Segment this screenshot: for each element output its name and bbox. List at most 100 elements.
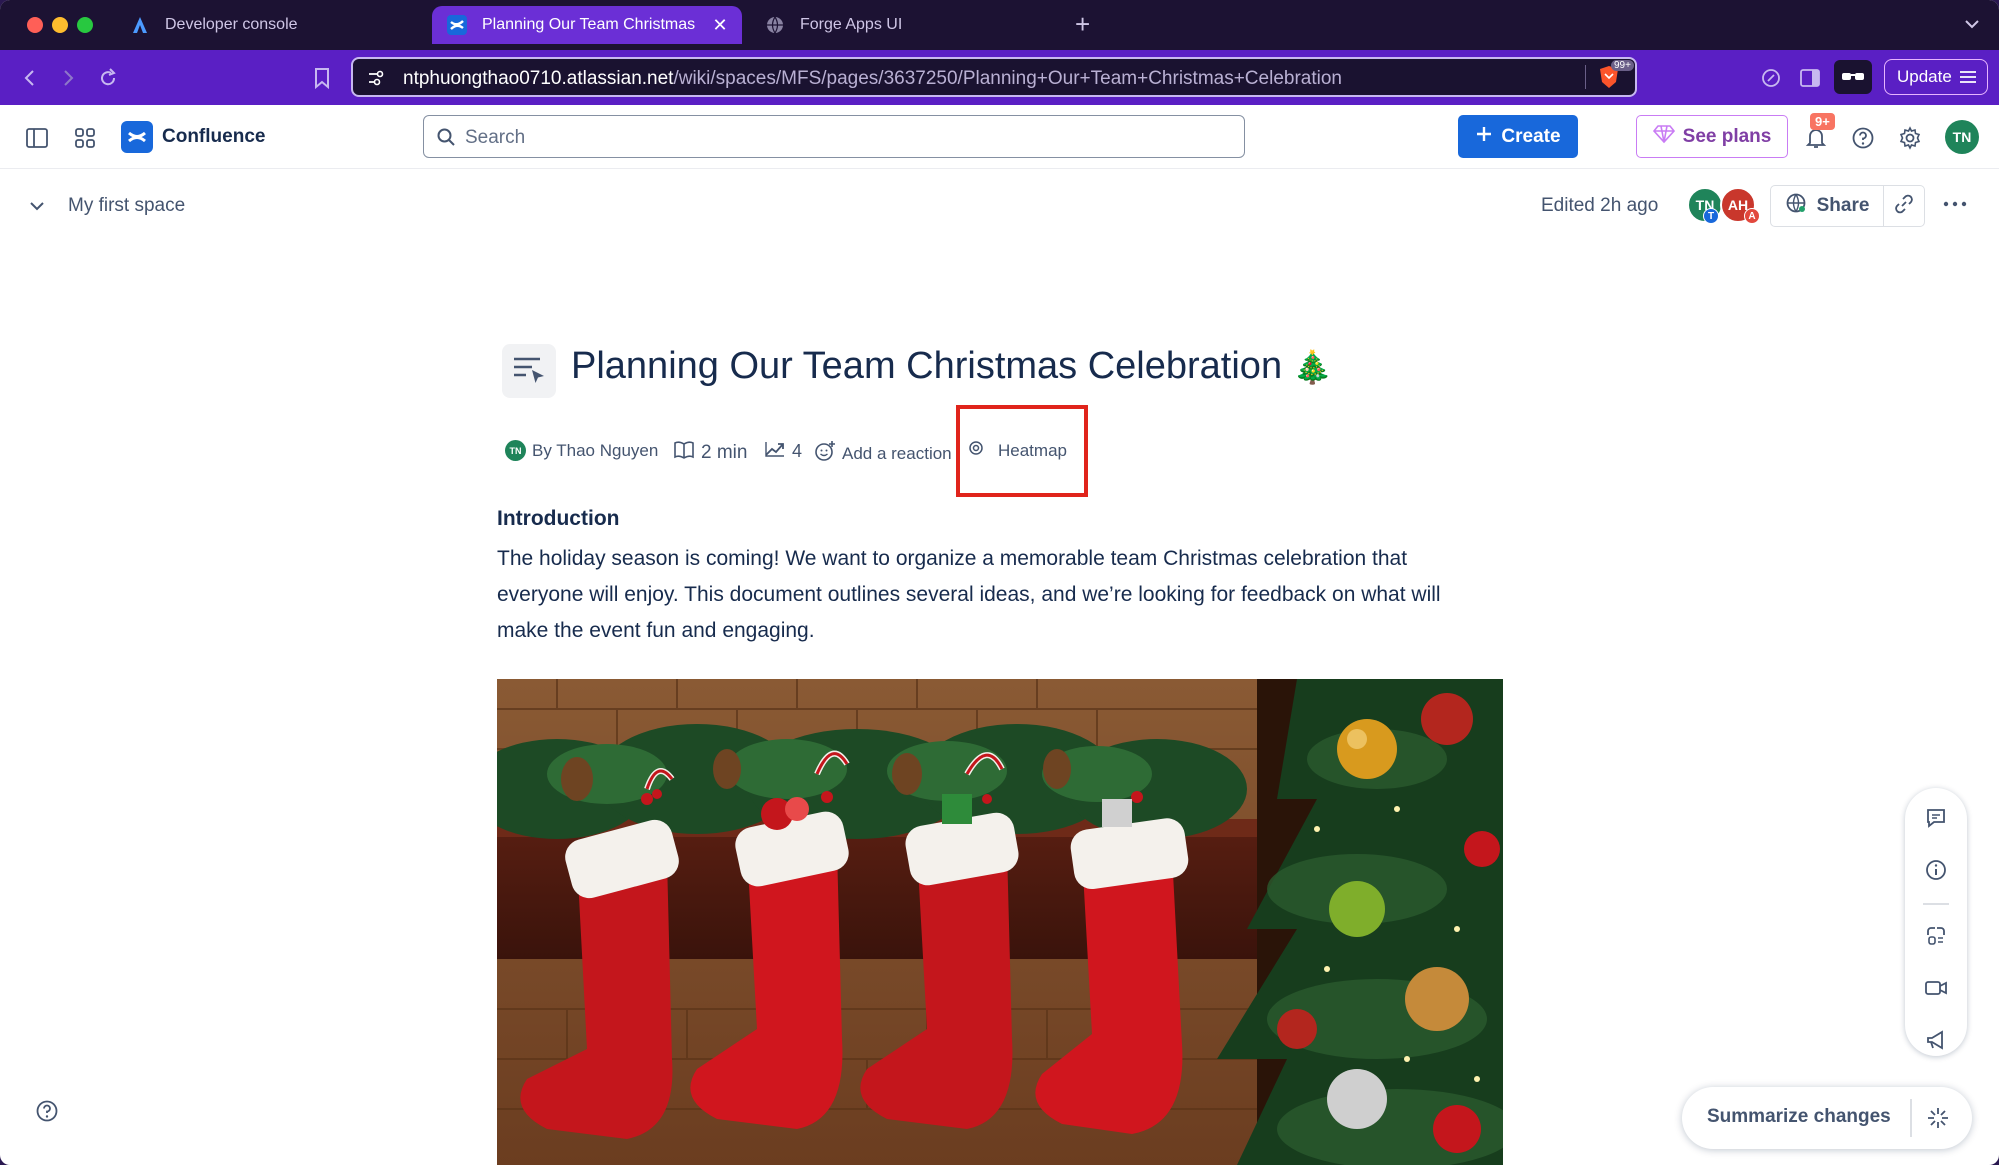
summarize-changes-label: Summarize changes bbox=[1707, 1106, 1891, 1127]
presence-letter: A bbox=[1748, 210, 1756, 222]
menu-icon bbox=[1959, 69, 1977, 90]
search-icon bbox=[436, 127, 456, 152]
user-initials: TN bbox=[1952, 129, 1972, 145]
new-tab-button[interactable]: + bbox=[1075, 10, 1090, 38]
browser-window: Developer console Planning Our Team Chri… bbox=[0, 0, 1999, 1165]
close-window-button[interactable] bbox=[27, 17, 43, 33]
create-button[interactable]: Create bbox=[1458, 115, 1578, 158]
copy-link-button[interactable] bbox=[1883, 185, 1925, 227]
sidebar-toggle-icon[interactable] bbox=[1796, 64, 1824, 92]
tab-forge-apps[interactable]: Forge Apps UI bbox=[750, 6, 1060, 44]
author-name: By Thao Nguyen bbox=[532, 440, 659, 460]
search-input[interactable]: Search bbox=[423, 115, 1245, 158]
maximize-window-button[interactable] bbox=[77, 17, 93, 33]
emoji-add-icon bbox=[814, 440, 836, 467]
rail-divider bbox=[1923, 903, 1949, 905]
globe-icon bbox=[764, 14, 786, 36]
last-edited-text[interactable]: Edited 2h ago bbox=[1541, 195, 1658, 217]
byline-author[interactable]: TN By Thao Nguyen bbox=[505, 440, 658, 461]
info-icon[interactable] bbox=[1924, 858, 1948, 882]
share-button[interactable]: Share bbox=[1770, 185, 1884, 227]
add-reaction-label: Add a reaction bbox=[842, 443, 952, 463]
help-icon[interactable] bbox=[1850, 125, 1876, 151]
notification-badge: 9+ bbox=[1810, 113, 1835, 130]
tab-title: Planning Our Team Christmas bbox=[482, 16, 696, 33]
update-label: Update bbox=[1897, 67, 1952, 86]
annotation-highlight-box bbox=[956, 405, 1088, 497]
gem-icon bbox=[1652, 124, 1675, 150]
settings-gear-icon[interactable] bbox=[1897, 125, 1923, 151]
loom-icon[interactable] bbox=[1924, 924, 1948, 948]
back-arrow-icon[interactable] bbox=[16, 64, 44, 92]
trending-up-icon bbox=[764, 440, 786, 463]
breadcrumb-space[interactable]: My first space bbox=[68, 195, 185, 217]
page-icon-button[interactable] bbox=[502, 344, 556, 398]
search-placeholder: Search bbox=[465, 127, 526, 148]
forward-arrow-icon[interactable] bbox=[54, 64, 82, 92]
app-switcher-icon[interactable] bbox=[72, 125, 98, 151]
author-initials: TN bbox=[509, 445, 522, 456]
ai-sparkle-icon[interactable] bbox=[1927, 1107, 1949, 1134]
tree-emoji: 🎄 bbox=[1292, 349, 1333, 385]
reader-mode-icon[interactable] bbox=[1834, 60, 1872, 94]
atlassian-icon bbox=[129, 14, 151, 36]
browser-tab-strip: Developer console Planning Our Team Chri… bbox=[0, 0, 1999, 50]
confluence-logo-icon[interactable] bbox=[121, 121, 153, 153]
see-plans-button[interactable]: See plans bbox=[1636, 115, 1788, 158]
bookmark-icon[interactable] bbox=[308, 64, 336, 92]
book-icon bbox=[673, 440, 695, 466]
browser-toolbar: ntphuongthao0710.atlassian.net/wiki/spac… bbox=[0, 50, 1999, 105]
tab-title: Forge Apps UI bbox=[800, 16, 903, 33]
url-text: ntphuongthao0710.atlassian.net/wiki/spac… bbox=[403, 68, 1342, 90]
sidebar-collapse-icon[interactable] bbox=[24, 125, 50, 151]
space-bar: My first space Edited 2h ago TN T AH A S… bbox=[0, 170, 1999, 240]
page-title[interactable]: Planning Our Team Christmas Celebration … bbox=[571, 345, 1332, 388]
reload-icon[interactable] bbox=[94, 64, 122, 92]
collaborator-presence-badge: T bbox=[1703, 208, 1719, 224]
read-time-text: 2 min bbox=[701, 442, 748, 463]
megaphone-icon[interactable] bbox=[1924, 1028, 1948, 1052]
shield-badge: 99+ bbox=[1611, 60, 1634, 71]
url-host: ntphuongthao0710.atlassian.net bbox=[403, 68, 674, 89]
introduction-heading: Introduction bbox=[497, 507, 620, 530]
read-time: 2 min bbox=[673, 440, 747, 466]
site-settings-icon[interactable] bbox=[366, 68, 386, 93]
leo-ai-icon[interactable] bbox=[1757, 64, 1785, 92]
tab-developer-console[interactable]: Developer console bbox=[115, 6, 425, 44]
stockings-illustration bbox=[497, 679, 1503, 1165]
confluence-header: Confluence Search Create See plans 9+ TN bbox=[0, 105, 1999, 169]
tab-planning-page[interactable]: Planning Our Team Christmas ✕ bbox=[432, 6, 742, 44]
update-button[interactable]: Update bbox=[1884, 59, 1988, 95]
user-avatar[interactable]: TN bbox=[1945, 120, 1979, 154]
author-avatar: TN bbox=[505, 440, 526, 461]
url-path: /wiki/spaces/MFS/pages/3637250/Planning+… bbox=[673, 68, 1342, 89]
chevron-down-icon[interactable] bbox=[1962, 14, 1982, 39]
page-views[interactable]: 4 bbox=[764, 440, 802, 463]
help-circle-icon[interactable] bbox=[35, 1099, 59, 1128]
plus-icon bbox=[1475, 125, 1493, 149]
create-label: Create bbox=[1501, 125, 1561, 147]
see-plans-label: See plans bbox=[1682, 125, 1772, 147]
summarize-changes-button[interactable]: Summarize changes bbox=[1682, 1087, 1972, 1149]
right-action-rail bbox=[1905, 788, 1967, 1056]
divider bbox=[1585, 65, 1586, 89]
divider bbox=[1910, 1099, 1912, 1137]
presence-letter: T bbox=[1707, 210, 1715, 222]
collaborator-presence-badge: A bbox=[1744, 208, 1760, 224]
globe-icon bbox=[1785, 192, 1807, 220]
christmas-stockings-image[interactable] bbox=[497, 679, 1503, 1165]
introduction-paragraph: The holiday season is coming! We want to… bbox=[497, 547, 1441, 642]
tab-title: Developer console bbox=[165, 16, 298, 33]
minimize-window-button[interactable] bbox=[52, 17, 68, 33]
video-icon[interactable] bbox=[1924, 976, 1948, 1000]
comment-icon[interactable] bbox=[1924, 806, 1948, 830]
chevron-down-icon[interactable] bbox=[28, 199, 46, 218]
address-bar[interactable]: ntphuongthao0710.atlassian.net/wiki/spac… bbox=[351, 57, 1637, 97]
more-actions-icon[interactable] bbox=[1943, 196, 1967, 214]
page-icon bbox=[512, 354, 546, 389]
close-tab-icon[interactable]: ✕ bbox=[710, 15, 730, 35]
link-icon bbox=[1894, 194, 1914, 219]
product-name[interactable]: Confluence bbox=[162, 126, 265, 148]
page-title-text: Planning Our Team Christmas Celebration bbox=[571, 345, 1283, 387]
add-reaction-button[interactable]: Add a reaction bbox=[814, 440, 952, 467]
